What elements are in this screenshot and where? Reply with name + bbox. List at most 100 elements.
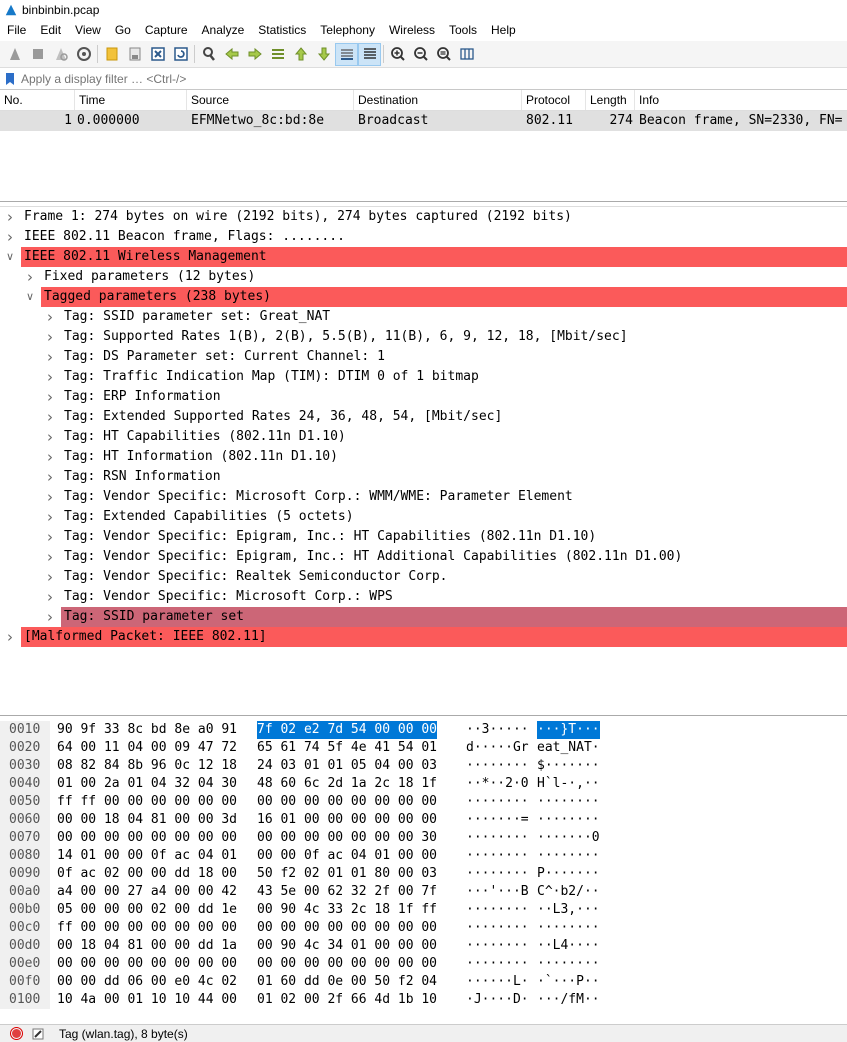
menu-capture[interactable]: Capture [138,20,195,41]
hex-bytes-right[interactable]: 01 60 dd 0e 00 50 f2 04 [257,973,437,991]
hex-bytes-right[interactable]: 00 00 00 00 00 00 00 00 [257,955,437,973]
ascii-left[interactable]: ········ [466,865,529,883]
hex-bytes-right[interactable]: 24 03 01 01 05 04 00 03 [257,757,437,775]
menu-statistics[interactable]: Statistics [251,20,313,41]
column-time[interactable]: Time [75,90,187,110]
ascii-right[interactable]: ········ [537,811,600,829]
tree-node[interactable]: › Frame 1: 274 bytes on wire (2192 bits),… [0,207,847,227]
ascii-right[interactable]: ···/fM·· [537,991,600,1009]
chevron-right-icon[interactable]: › [44,327,56,347]
hex-bytes-right[interactable]: 01 02 00 2f 66 4d 1b 10 [257,991,437,1009]
hex-offset[interactable]: 0070 [8,829,52,847]
reload-file-icon[interactable] [169,43,192,66]
hex-bytes-left[interactable]: 00 00 18 04 81 00 00 3d [57,811,237,829]
stop-capture-icon[interactable] [26,43,49,66]
tree-node[interactable]: › [Malformed Packet: IEEE 802.11] [0,627,847,647]
hex-bytes-left[interactable]: 00 00 00 00 00 00 00 00 [57,955,237,973]
ascii-left[interactable]: ··*··2·0 [466,775,529,793]
column-source[interactable]: Source [187,90,354,110]
tree-node[interactable]: › Tag: Vendor Specific: Epigram, Inc.: HT… [0,547,847,567]
start-capture-icon[interactable] [3,43,26,66]
hex-offset[interactable]: 0090 [8,865,52,883]
chevron-right-icon[interactable]: › [44,427,56,447]
go-first-icon[interactable] [289,43,312,66]
tree-node[interactable]: › Tag: Vendor Specific: Microsoft Corp.: … [0,487,847,507]
chevron-right-icon[interactable]: › [44,407,56,427]
menu-view[interactable]: View [68,20,108,41]
chevron-down-icon[interactable]: ∨ [24,287,36,307]
chevron-right-icon[interactable]: › [44,547,56,567]
chevron-right-icon[interactable]: › [4,627,16,647]
ascii-right[interactable]: ·`···P·· [537,973,600,991]
hex-offset[interactable]: 0060 [8,811,52,829]
hex-offset[interactable]: 0020 [8,739,52,757]
ascii-left[interactable]: ·J····D· [466,991,529,1009]
hex-bytes-left[interactable]: 01 00 2a 01 04 32 04 30 [57,775,237,793]
hex-bytes-left[interactable]: 64 00 11 04 00 09 47 72 [57,739,237,757]
go-back-icon[interactable] [220,43,243,66]
chevron-right-icon[interactable]: › [24,267,36,287]
hex-offset[interactable]: 0080 [8,847,52,865]
tree-node[interactable]: › Tag: Traffic Indication Map (TIM): DTIM… [0,367,847,387]
tree-node[interactable]: › Tag: Supported Rates 1(B), 2(B), 5.5(B)… [0,327,847,347]
tree-node[interactable]: ∨ Tagged parameters (238 bytes) [0,287,847,307]
open-file-icon[interactable] [100,43,123,66]
hex-offset[interactable]: 00c0 [8,919,52,937]
chevron-right-icon[interactable]: › [4,227,16,247]
hex-bytes-left[interactable]: 10 4a 00 01 10 10 44 00 [57,991,237,1009]
ascii-left[interactable]: ···'···B [466,883,529,901]
save-file-icon[interactable] [123,43,146,66]
ascii-left[interactable]: ········ [466,919,529,937]
ascii-left[interactable]: ········ [466,847,529,865]
hex-offset[interactable]: 00f0 [8,973,52,991]
hex-offset[interactable]: 0030 [8,757,52,775]
hex-bytes-right[interactable]: 00 00 0f ac 04 01 00 00 [257,847,437,865]
find-packet-icon[interactable] [197,43,220,66]
close-file-icon[interactable] [146,43,169,66]
ascii-right[interactable]: ········ [537,919,600,937]
hex-bytes-right[interactable]: 00 90 4c 34 01 00 00 00 [257,937,437,955]
chevron-right-icon[interactable]: › [44,567,56,587]
colorize-icon[interactable] [358,42,381,66]
tree-node[interactable]: › Tag: HT Capabilities (802.11n D1.10) [0,427,847,447]
chevron-right-icon[interactable]: › [44,507,56,527]
hex-bytes-left[interactable]: ff ff 00 00 00 00 00 00 [57,793,237,811]
go-last-icon[interactable] [312,43,335,66]
ascii-left[interactable]: ········ [466,829,529,847]
column-destination[interactable]: Destination [354,90,522,110]
column-no[interactable]: No. [0,90,75,110]
tree-node[interactable]: › Tag: RSN Information [0,467,847,487]
ascii-left[interactable]: d·····Gr [466,739,529,757]
ascii-right[interactable]: eat_NAT· [537,739,600,757]
restart-capture-icon[interactable] [49,43,72,66]
ascii-left[interactable]: ······L· [466,973,529,991]
hex-bytes-right[interactable]: 16 01 00 00 00 00 00 00 [257,811,437,829]
hex-bytes-left[interactable]: a4 00 00 27 a4 00 00 42 [57,883,237,901]
chevron-right-icon[interactable]: › [44,367,56,387]
hex-offset[interactable]: 00b0 [8,901,52,919]
hex-bytes-right[interactable]: 00 00 00 00 00 00 00 00 [257,793,437,811]
chevron-right-icon[interactable]: › [44,347,56,367]
hex-bytes-left[interactable]: 0f ac 02 00 00 dd 18 00 [57,865,237,883]
chevron-right-icon[interactable]: › [44,527,56,547]
hex-bytes-right[interactable]: 7f 02 e2 7d 54 00 00 00 [257,721,438,739]
menu-file[interactable]: File [0,20,33,41]
ascii-right[interactable]: C^·b2/·· [537,883,600,901]
hex-offset[interactable]: 0100 [8,991,52,1009]
hex-offset[interactable]: 0010 [8,721,52,739]
display-filter-input[interactable] [21,71,821,86]
hex-offset[interactable]: 00d0 [8,937,52,955]
chevron-right-icon[interactable]: › [4,207,16,227]
hex-offset[interactable]: 0050 [8,793,52,811]
hex-bytes-right[interactable]: 00 00 00 00 00 00 00 00 [257,919,437,937]
tree-node[interactable]: › Tag: Vendor Specific: Microsoft Corp.: … [0,587,847,607]
ascii-right[interactable]: ·······0 [537,829,600,847]
ascii-left[interactable]: ········ [466,793,529,811]
expert-info-icon[interactable] [10,1027,23,1040]
tree-node[interactable]: › Tag: Extended Capabilities (5 octets) [0,507,847,527]
chevron-right-icon[interactable]: › [44,307,56,327]
chevron-down-icon[interactable]: ∨ [4,247,16,267]
menu-help[interactable]: Help [484,20,523,41]
hex-bytes-right[interactable]: 50 f2 02 01 01 80 00 03 [257,865,437,883]
tree-node[interactable]: › IEEE 802.11 Beacon frame, Flags: ......… [0,227,847,247]
